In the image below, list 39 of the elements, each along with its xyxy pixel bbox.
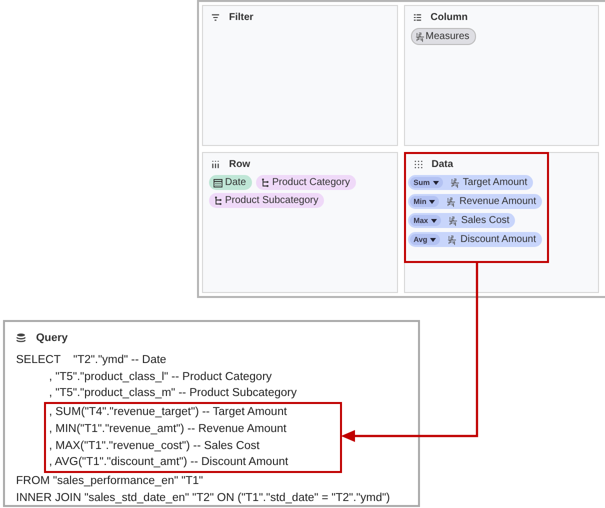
grid-dots-icon [414,160,422,169]
shelf-title: Data [432,159,454,170]
shelf-title: Row [229,159,250,170]
columns-icon [412,13,422,22]
filter-icon [211,13,220,22]
database-icon [16,333,26,343]
caret-icon [432,180,439,184]
rows-icon [211,160,220,169]
hierarchy-icon [213,196,223,206]
measure-label: Discount Amount [460,234,536,245]
measure-label: Sales Cost [461,215,510,226]
sql-line: , MIN("T1"."revenue_amt") -- Revenue Amount [49,422,288,437]
dimension-pill[interactable]: Date [209,175,252,190]
measures-pill[interactable]: Measures [410,28,476,45]
sql-line: , "T5"."product_class_m" -- Product Subcategory [48,386,298,402]
sql-line: , SUM("T4"."revenue_target") -- Target Amount [49,405,288,420]
caret-icon [430,238,436,242]
numeric-icon [416,32,424,42]
sql-line: , MAX("T1"."revenue_cost") -- Sales Cost [49,438,261,454]
caret-icon [429,200,436,204]
numeric-icon [449,216,458,226]
calendar-icon [213,178,223,188]
numeric-icon [447,196,456,206]
hierarchy-icon [260,178,270,188]
numeric-icon [448,234,456,244]
sql-line: INNER JOIN "sales_std_date_en" "T2" ON ("T1"."std_date" = "T2"."ymd") [16,490,391,506]
caret-icon [431,218,438,222]
dimension-pill[interactable]: Product Subcategory [209,193,324,208]
query-title: Query [36,332,68,344]
sql-line: , AVG("T1"."discount_amt") -- Discount Amount [49,455,290,470]
sql-line: , "T5"."product_class_l" -- Product Category [48,370,273,385]
numeric-icon [450,178,459,188]
shelf-title: Filter [229,12,254,23]
measure-label: Revenue Amount [459,196,536,207]
sql-line: SELECT "T2"."ymd" -- Date [16,353,168,368]
shelf-title: Column [430,12,468,23]
sql-line: FROM "sales_performance_en" "T1" [16,474,204,489]
dimension-pill[interactable]: Product Category [256,175,356,190]
measure-label: Target Amount [462,177,528,188]
